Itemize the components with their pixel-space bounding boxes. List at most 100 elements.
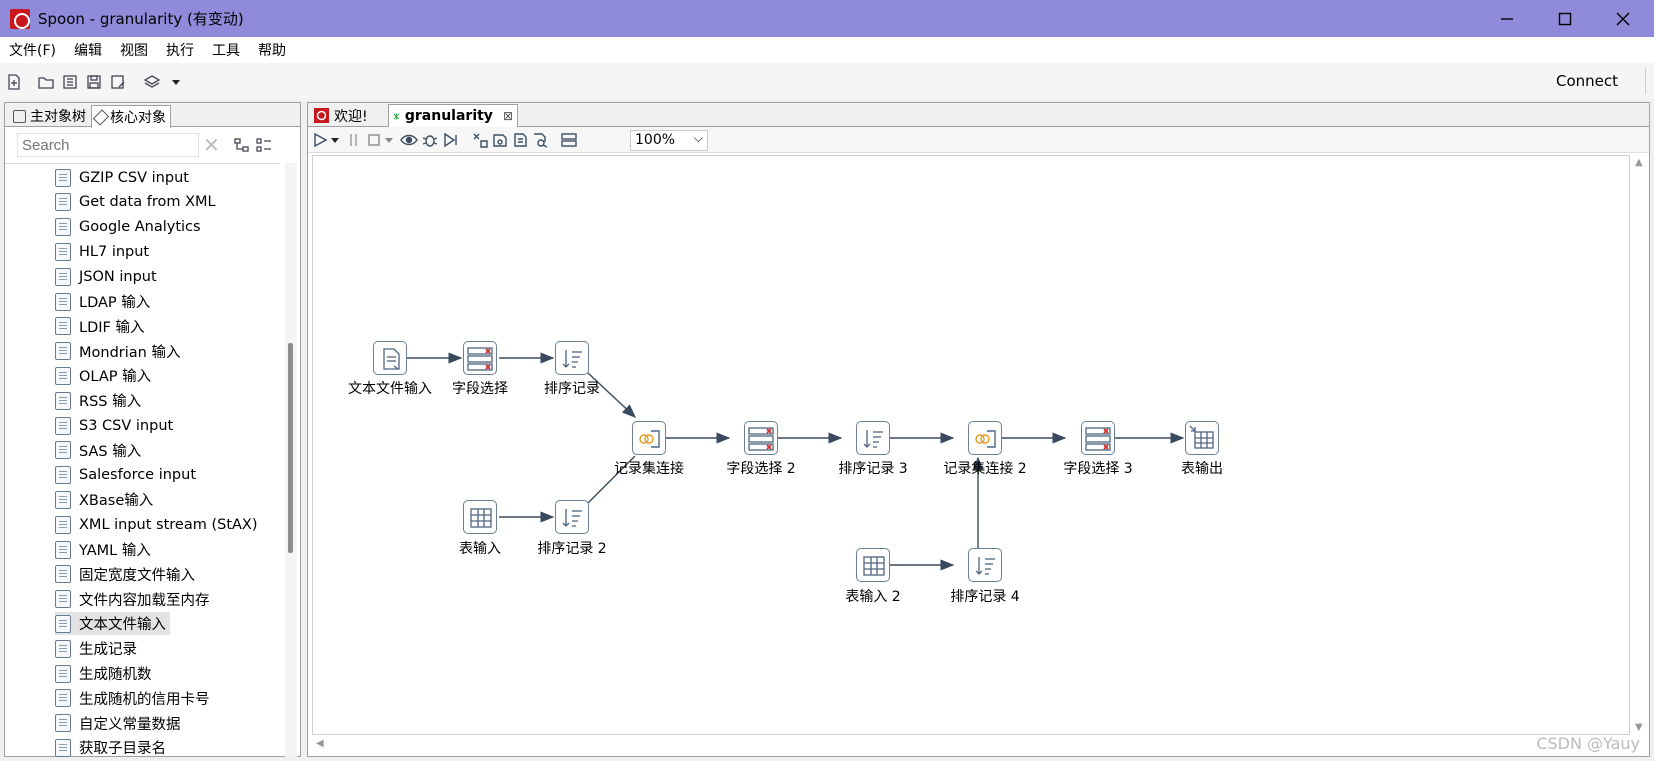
explore-db-icon[interactable] <box>532 132 548 148</box>
step-label: 排序记录 <box>544 381 600 397</box>
stop-dropdown-icon[interactable] <box>384 132 400 148</box>
maximize-button[interactable] <box>1536 0 1594 37</box>
zoom-select[interactable]: 100% ⌵ <box>630 130 708 151</box>
tree-item[interactable]: 生成随机的信用卡号 <box>55 687 214 710</box>
replay-icon[interactable] <box>442 132 458 148</box>
transformation-toolbar: 100% ⌵ <box>308 127 1649 153</box>
tree-item-label: 获取子目录名 <box>79 741 166 757</box>
tree-item[interactable]: 自定义常量数据 <box>55 712 185 735</box>
impact-icon[interactable] <box>492 132 508 148</box>
step-label: 排序记录 2 <box>537 541 607 557</box>
tree-item[interactable]: 生成随机数 <box>55 662 156 685</box>
menu-file[interactable]: 文件(F) <box>0 40 65 60</box>
save-icon[interactable] <box>84 72 104 92</box>
tree-item[interactable]: 生成记录 <box>55 637 141 660</box>
show-results-icon[interactable] <box>560 132 577 148</box>
step-merge-join-2[interactable] <box>968 421 1002 455</box>
step-select-values-3[interactable] <box>1081 421 1115 455</box>
step-label: 字段选择 <box>452 381 508 397</box>
tab-core-objects[interactable]: 核心对象 <box>91 105 171 128</box>
tree-item[interactable]: SAS 输入 <box>55 439 145 462</box>
open-folder-icon[interactable] <box>36 72 56 92</box>
step-table-input-2[interactable] <box>856 548 890 582</box>
step-select-values-2[interactable] <box>744 421 778 455</box>
tab-granularity[interactable]: granularity ⊠ <box>388 104 518 127</box>
tree-item[interactable]: YAML 输入 <box>55 538 155 561</box>
explore-repository-icon[interactable] <box>60 72 80 92</box>
tree-item[interactable]: GZIP CSV input <box>55 166 193 189</box>
tree-scrollbar-thumb[interactable] <box>288 343 293 553</box>
pause-icon[interactable] <box>346 132 362 148</box>
transformation-canvas[interactable]: 文本文件输入 字段选择 排序记录 表输入 排序记录 2 记录集连接 字段选择 2… <box>312 155 1630 735</box>
tree-item[interactable]: XML input stream (StAX) <box>55 513 262 536</box>
chevron-down-icon[interactable] <box>166 72 186 92</box>
editor-tabs: 欢迎! granularity ⊠ <box>308 103 1649 127</box>
tree-item[interactable]: XBase输入 <box>55 488 157 511</box>
step-type-icon <box>55 466 71 485</box>
tree-item[interactable]: S3 CSV input <box>55 414 177 437</box>
sql-icon[interactable] <box>512 132 528 148</box>
menu-edit[interactable]: 编辑 <box>65 40 111 60</box>
expand-tree-icon[interactable] <box>256 137 272 153</box>
step-merge-join[interactable] <box>632 421 666 455</box>
tab-main-object-tree[interactable]: 主对象树 <box>9 105 90 127</box>
menu-run[interactable]: 执行 <box>157 40 203 60</box>
menu-help[interactable]: 帮助 <box>249 40 295 60</box>
connect-button[interactable]: Connect <box>1556 72 1618 90</box>
step-type-icon <box>55 590 71 609</box>
step-sort-rows-4[interactable] <box>968 548 1002 582</box>
preview-eye-icon[interactable] <box>400 132 418 148</box>
collapse-tree-icon[interactable] <box>234 137 250 153</box>
new-file-icon[interactable] <box>4 72 24 92</box>
run-icon[interactable] <box>312 132 328 148</box>
scroll-up-icon[interactable]: ▲ <box>1635 157 1643 168</box>
tree-item-label: Mondrian 输入 <box>79 344 181 361</box>
tree-item[interactable]: 固定宽度文件输入 <box>55 563 199 586</box>
stop-icon[interactable] <box>366 132 382 148</box>
step-select-values[interactable] <box>463 341 497 375</box>
close-tab-icon[interactable]: ⊠ <box>503 109 513 123</box>
scroll-left-icon[interactable]: ◀ <box>316 738 324 749</box>
sort-icon <box>863 430 883 448</box>
debug-icon[interactable] <box>422 132 438 148</box>
search-input[interactable] <box>17 133 199 157</box>
tree-item[interactable]: OLAP 输入 <box>55 364 155 387</box>
tree-item-label: JSON input <box>79 268 157 285</box>
step-text-file-input[interactable] <box>373 341 407 375</box>
tree-item[interactable]: HL7 input <box>55 240 153 263</box>
step-label: 表输入 <box>459 541 501 557</box>
run-options-dropdown-icon[interactable] <box>330 132 346 148</box>
step-sort-rows-2[interactable] <box>555 500 589 534</box>
toolbar-divider <box>1645 68 1646 94</box>
minimize-button[interactable] <box>1478 0 1536 37</box>
tree-item[interactable]: Salesforce input <box>55 464 200 487</box>
menu-tools[interactable]: 工具 <box>203 40 249 60</box>
tree-item-label: 生成随机的信用卡号 <box>79 691 210 708</box>
tree-item[interactable]: Mondrian 输入 <box>55 340 184 363</box>
step-sort-rows-3[interactable] <box>856 421 890 455</box>
layers-icon[interactable] <box>142 72 162 92</box>
step-table-input[interactable] <box>463 500 497 534</box>
canvas-horizontal-scrollbar[interactable]: ◀ <box>312 736 1630 754</box>
tree-item[interactable]: Google Analytics <box>55 216 205 239</box>
tree-item[interactable]: 文件内容加载至内存 <box>55 588 214 611</box>
clear-search-icon[interactable]: ✕ <box>203 133 220 157</box>
tree-item[interactable]: LDAP 输入 <box>55 290 154 313</box>
tree-item[interactable]: JSON input <box>55 265 161 288</box>
tree-item[interactable]: Get data from XML <box>55 191 220 214</box>
close-button[interactable] <box>1594 0 1652 37</box>
tree-item[interactable]: LDIF 输入 <box>55 315 148 338</box>
tree-item[interactable]: 文本文件输入 <box>55 612 170 636</box>
save-as-icon[interactable] <box>108 72 128 92</box>
tree-item-label: LDIF 输入 <box>79 319 145 336</box>
tab-welcome[interactable]: 欢迎! <box>310 104 372 127</box>
canvas-vertical-scrollbar[interactable]: ▲ ▼ <box>1632 155 1648 735</box>
menu-bar: 文件(F) 编辑 视图 执行 工具 帮助 <box>0 37 1654 63</box>
verify-icon[interactable] <box>472 132 488 148</box>
step-table-output[interactable] <box>1185 421 1219 455</box>
menu-view[interactable]: 视图 <box>111 40 157 60</box>
tree-item[interactable]: 获取子目录名 <box>55 736 170 757</box>
scroll-down-icon[interactable]: ▼ <box>1635 722 1643 733</box>
tree-item[interactable]: RSS 输入 <box>55 389 145 412</box>
step-sort-rows[interactable] <box>555 341 589 375</box>
